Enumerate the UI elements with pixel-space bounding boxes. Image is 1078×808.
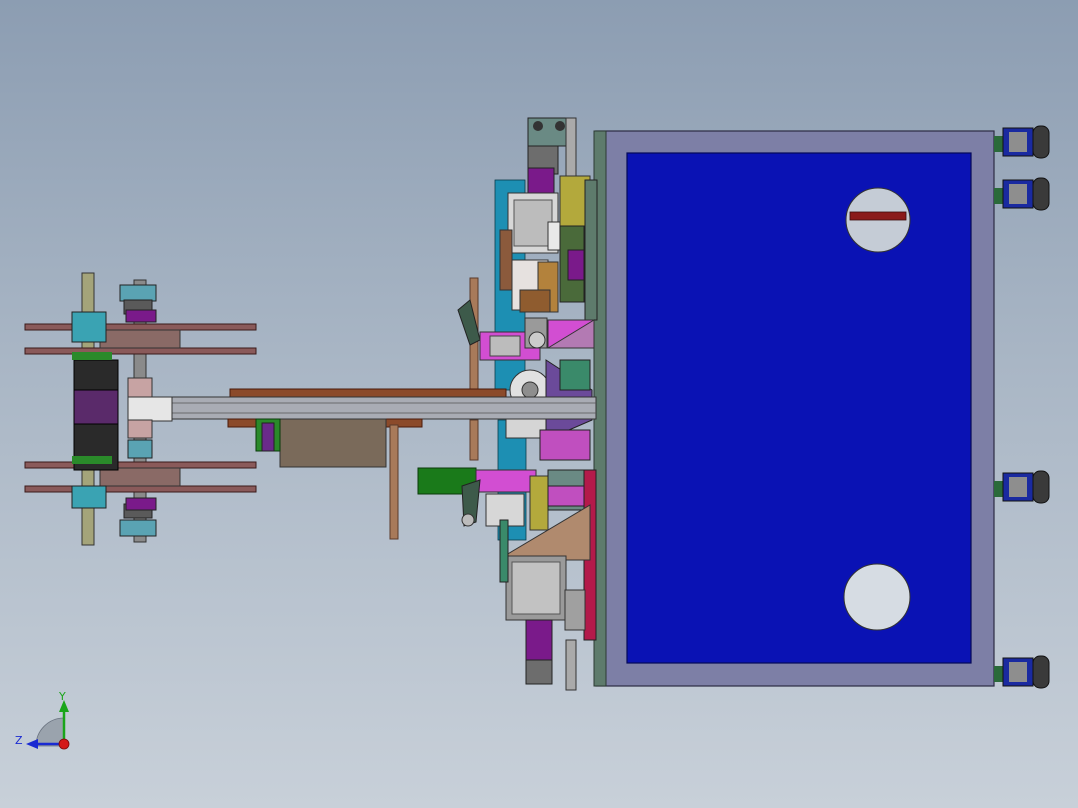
blue-window (626, 152, 972, 664)
aluminum-beam (129, 396, 597, 420)
reel-flange-1 (24, 323, 257, 331)
y-axis-label: Y (58, 690, 66, 703)
beam-end-block (127, 396, 173, 422)
gear-motor-housing (279, 418, 387, 468)
enclosure-panel[interactable] (593, 130, 995, 687)
foot-2 (994, 177, 1050, 211)
x-axis-dot (58, 738, 70, 750)
foot-1 (994, 125, 1050, 159)
reel-flange-2 (24, 347, 257, 355)
cad-viewport[interactable]: Y Z (0, 0, 1078, 808)
foot-4 (994, 655, 1050, 689)
lower-porthole (843, 563, 911, 631)
top-cap (527, 117, 571, 147)
reel-flange-3 (24, 461, 257, 469)
foot-3 (994, 470, 1050, 504)
reel-flange-4 (24, 485, 257, 493)
coordinate-triad: Y Z (15, 690, 70, 750)
z-axis-label: Z (15, 734, 23, 747)
leveling-feet (994, 125, 1050, 689)
support-post (389, 424, 399, 540)
top-purple-block (527, 167, 555, 195)
assembly-model[interactable]: Y Z (0, 0, 1078, 808)
lower-purple-block (525, 619, 553, 667)
porthole-bar (849, 211, 907, 221)
